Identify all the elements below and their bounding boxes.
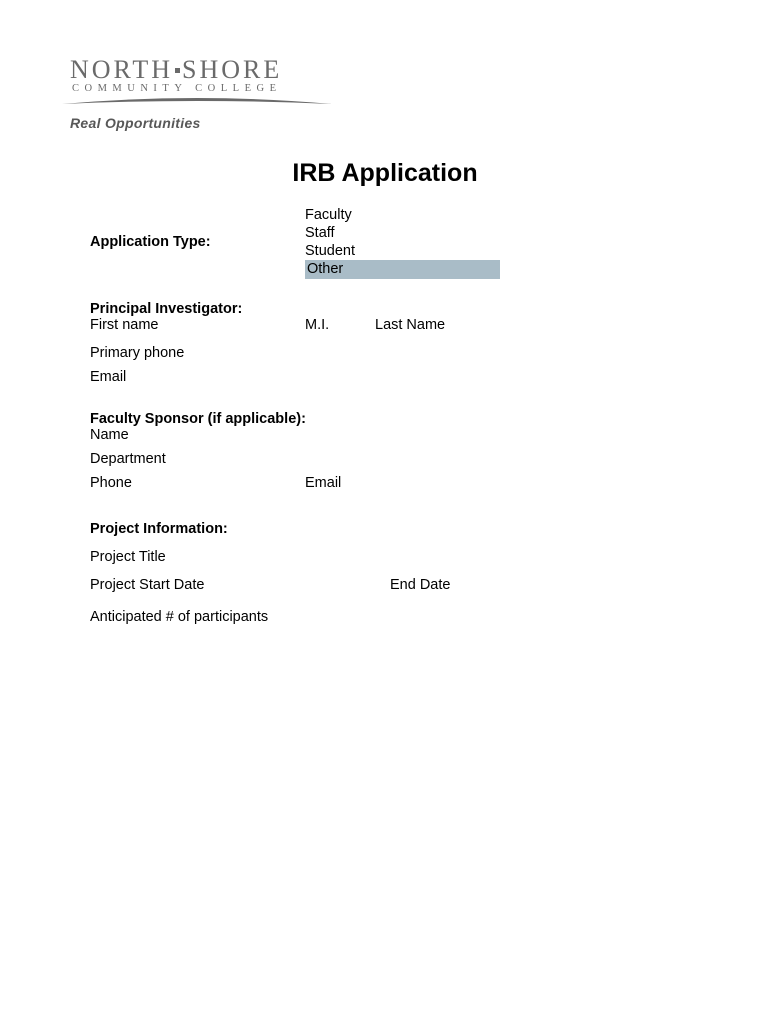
logo-main: NORTH SHORE	[70, 55, 700, 85]
sponsor-heading: Faculty Sponsor (if applicable):	[90, 411, 700, 427]
logo-block: NORTH SHORE COMMUNITY COLLEGE Real Opport…	[70, 55, 700, 131]
sponsor-email-label[interactable]: Email	[305, 475, 341, 491]
application-type-options: Faculty Staff Student Other	[305, 206, 500, 279]
logo-subtitle: COMMUNITY COLLEGE	[72, 83, 700, 94]
project-heading: Project Information:	[90, 521, 700, 537]
option-faculty[interactable]: Faculty	[305, 206, 500, 224]
pi-primary-phone-label[interactable]: Primary phone	[90, 345, 700, 361]
pi-mi-label[interactable]: M.I.	[305, 317, 375, 333]
project-title-label[interactable]: Project Title	[90, 549, 700, 565]
sponsor-department-label[interactable]: Department	[90, 451, 700, 467]
page-title: IRB Application	[70, 159, 700, 188]
pi-heading: Principal Investigator:	[90, 301, 700, 317]
project-participants-label[interactable]: Anticipated # of participants	[90, 609, 700, 625]
swoosh-icon	[62, 96, 332, 108]
option-staff[interactable]: Staff	[305, 224, 500, 242]
option-other-selected[interactable]: Other	[305, 260, 500, 278]
logo-text-shore: SHORE	[182, 55, 282, 84]
application-type-row: Application Type: Faculty Staff Student …	[90, 206, 700, 279]
project-dates-row: Project Start Date End Date	[90, 577, 700, 593]
logo-tagline: Real Opportunities	[70, 115, 700, 131]
pi-email-label[interactable]: Email	[90, 369, 700, 385]
option-other-highlight: Other	[305, 260, 500, 278]
option-student[interactable]: Student	[305, 242, 500, 260]
sponsor-phone-label[interactable]: Phone	[90, 475, 305, 491]
pi-last-name-label[interactable]: Last Name	[375, 317, 445, 333]
logo-text-north: NORTH	[70, 55, 173, 84]
sponsor-contact-row: Phone Email	[90, 475, 700, 491]
pi-first-name-label[interactable]: First name	[90, 317, 305, 333]
pi-name-row: First name M.I. Last Name	[90, 317, 700, 333]
sponsor-name-label[interactable]: Name	[90, 427, 700, 443]
application-type-label: Application Type:	[90, 234, 305, 250]
logo-dot-icon	[175, 68, 180, 73]
project-start-date-label[interactable]: Project Start Date	[90, 577, 390, 593]
project-end-date-label[interactable]: End Date	[390, 577, 450, 593]
form-content: Application Type: Faculty Staff Student …	[90, 206, 700, 625]
